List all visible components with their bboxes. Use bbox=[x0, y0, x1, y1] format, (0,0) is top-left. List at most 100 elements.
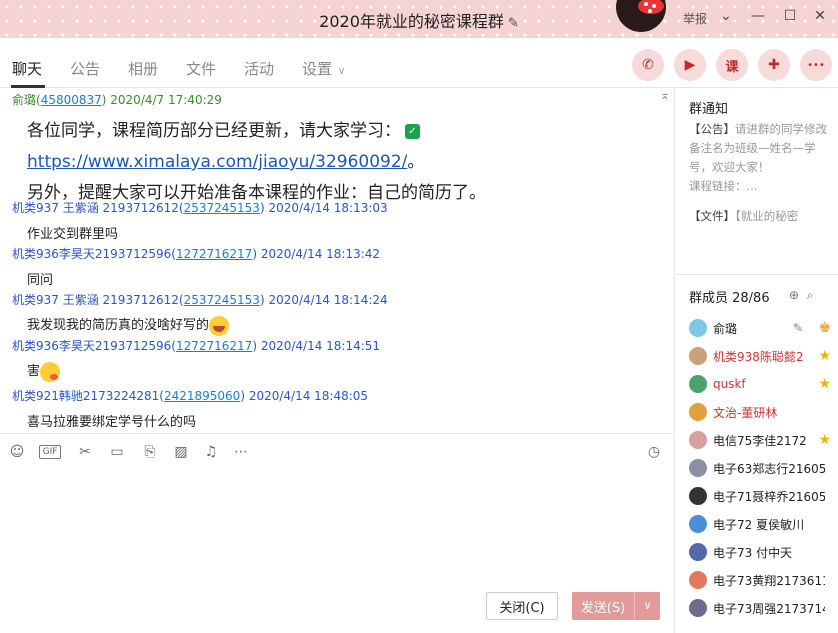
announcement-tag: 【公告】 bbox=[689, 122, 735, 136]
message-line1: 各位同学，课程简历部分已经更新，请大家学习： bbox=[27, 121, 401, 141]
course-link[interactable]: https://www.ximalaya.com/jiaoyu/32960092… bbox=[27, 152, 407, 172]
member-name: quskf bbox=[713, 377, 746, 391]
member-tools: ⊕ ⌕ bbox=[789, 288, 813, 303]
star-icon: ★ bbox=[818, 348, 831, 364]
sender-name[interactable]: 俞璐 bbox=[12, 93, 36, 107]
message-time: 2020/4/14 18:13:03 bbox=[268, 201, 388, 215]
sender-name[interactable]: 机类936李昊天2193712596 bbox=[12, 247, 171, 261]
sender-qq-link[interactable]: 2537245153 bbox=[184, 201, 260, 215]
tab-bar: 聊天 公告 相册 文件 活动 设置 ∨ ✆ ▶ 课 ✚ ••• bbox=[0, 38, 838, 88]
avatar bbox=[689, 431, 707, 449]
member-name: 电子71聂梓乔21605 bbox=[713, 489, 825, 504]
member-item[interactable]: quskf ★ bbox=[689, 370, 835, 398]
tab-album[interactable]: 相册 bbox=[128, 58, 158, 79]
message-meta: 机类936李昊天2193712596(1272716217) 2020/4/14… bbox=[12, 339, 381, 353]
sender-qq-link[interactable]: 1272716217 bbox=[176, 339, 252, 353]
message-meta: 机类936李昊天2193712596(1272716217) 2020/4/14… bbox=[12, 247, 381, 261]
edit-icon[interactable]: ✎ bbox=[793, 321, 803, 335]
maximize-icon[interactable]: ☐ bbox=[780, 8, 800, 24]
file-tag: 【文件】 bbox=[689, 209, 735, 223]
history-clock-icon[interactable]: ◷ bbox=[644, 444, 664, 460]
member-item[interactable]: 电子73周强2173714 bbox=[689, 594, 835, 622]
member-item[interactable]: 文治-董研林 bbox=[689, 398, 835, 426]
tab-files[interactable]: 文件 bbox=[186, 58, 216, 79]
tab-announcement[interactable]: 公告 bbox=[70, 58, 100, 79]
input-toolbar: ☺ GIF ✂ ▭ ⎘ ▨ ♫ ⋯ ◷ bbox=[0, 433, 674, 469]
member-name: 文治-董研林 bbox=[713, 405, 778, 420]
course-button[interactable]: 课 bbox=[716, 49, 748, 81]
member-search-icon[interactable]: ⊕ bbox=[789, 288, 799, 302]
member-item[interactable]: 电信75李佳2172 ★ bbox=[689, 426, 835, 454]
chevron-down-icon[interactable]: ⌄ bbox=[716, 8, 736, 24]
file-notice[interactable]: 【文件】【就业的秘密 bbox=[689, 208, 798, 224]
sender-qq-link[interactable]: 2537245153 bbox=[184, 293, 260, 307]
sender-qq-link[interactable]: 45800837 bbox=[41, 93, 102, 107]
avatar bbox=[689, 571, 707, 589]
sender-name[interactable]: 机类921韩驰2173224281 bbox=[12, 389, 159, 403]
sender-qq-link[interactable]: 1272716217 bbox=[176, 247, 252, 261]
message-time: 2020/4/14 18:48:05 bbox=[248, 389, 369, 403]
more-options-icon[interactable]: ⋯ bbox=[231, 444, 251, 460]
message-time: 2020/4/14 18:14:24 bbox=[268, 293, 388, 307]
add-chat-button[interactable]: ✚ bbox=[758, 49, 790, 81]
folder-icon[interactable]: ▭ bbox=[107, 444, 127, 460]
file-transfer-icon[interactable]: ⎘ bbox=[140, 444, 160, 460]
message-text: 害 bbox=[27, 364, 41, 379]
message-meta: 机类937 王紫涵 2193712612(2537245153) 2020/4/… bbox=[12, 293, 388, 307]
group-sidebar: 群通知 【公告】请进群的同学修改备注名为班级—姓名—学号，欢迎大家！ 课程链接：… bbox=[674, 88, 838, 633]
scissors-icon[interactable]: ✂ bbox=[75, 444, 95, 460]
message-item: 机类936李昊天2193712596(1272716217) 2020/4/14… bbox=[12, 245, 662, 288]
tab-chat[interactable]: 聊天 bbox=[12, 58, 42, 79]
tab-settings[interactable]: 设置 ∨ bbox=[302, 58, 345, 79]
member-item[interactable]: 电子72 夏侯敏川 bbox=[689, 510, 835, 538]
image-icon[interactable]: ▨ bbox=[171, 444, 191, 460]
notice-title: 群通知 bbox=[689, 102, 729, 117]
sender-qq-link[interactable]: 2421895060 bbox=[164, 389, 240, 403]
search-icon[interactable]: ⌕ bbox=[807, 288, 814, 302]
sender-name[interactable]: 机类937 王紫涵 2193712612 bbox=[12, 293, 179, 307]
member-name: 电子73周强2173714 bbox=[713, 601, 825, 616]
qq-group-chat-window: 2020年就业的秘密课程群 ✎ 举报 ⌄ — ☐ ✕ 聊天 公告 相册 文件 活动… bbox=[0, 0, 838, 633]
send-button[interactable]: 发送(S) ∨ bbox=[572, 592, 660, 620]
phone-button[interactable]: ✆ bbox=[632, 49, 664, 81]
message-body: 各位同学，课程简历部分已经更新，请大家学习： ✓ bbox=[27, 116, 662, 141]
file-name: 【就业的秘密 bbox=[735, 209, 799, 223]
close-icon[interactable]: ✕ bbox=[810, 8, 830, 24]
report-link[interactable]: 举报 bbox=[683, 10, 707, 27]
message-item: 机类937 王紫涵 2193712612(2537245153) 2020/4/… bbox=[12, 199, 662, 242]
avatar bbox=[689, 543, 707, 561]
mascot-decoration bbox=[608, 0, 672, 38]
gif-icon[interactable]: GIF bbox=[39, 445, 61, 459]
tongue-emoji-icon bbox=[40, 361, 61, 382]
sender-name[interactable]: 机类937 王紫涵 2193712612 bbox=[12, 201, 179, 215]
message-text: 我发现我的简历真的没啥好写的 bbox=[27, 318, 210, 333]
message-text: 喜马拉雅要绑定学号什么的吗 bbox=[27, 415, 197, 430]
pencil-icon[interactable]: ✎ bbox=[508, 16, 519, 31]
member-name: 机类938陈聪懿2 bbox=[713, 349, 804, 364]
message-list[interactable]: ⌅ 俞璐(45800837) 2020/4/7 17:40:29 各位同学，课程… bbox=[0, 88, 674, 433]
bell-icon[interactable]: ♫ bbox=[201, 444, 221, 460]
member-item[interactable]: 电子73黄翔2173611 bbox=[689, 566, 835, 594]
avatar bbox=[689, 459, 707, 477]
member-item[interactable]: 电子71聂梓乔21605 bbox=[689, 482, 835, 510]
member-item[interactable]: 俞璐 ✎ ♚ bbox=[689, 314, 835, 342]
member-item[interactable]: 电子63郑志行21605 bbox=[689, 454, 835, 482]
more-icon: ••• bbox=[807, 59, 825, 71]
announcement-preview[interactable]: 【公告】请进群的同学修改备注名为班级—姓名—学号，欢迎大家！ 课程链接：... bbox=[689, 120, 831, 196]
sender-name[interactable]: 机类936李昊天2193712596 bbox=[12, 339, 171, 353]
member-item[interactable]: 机类938陈聪懿2 ★ bbox=[689, 342, 835, 370]
tab-settings-label: 设置 bbox=[302, 60, 333, 78]
avatar bbox=[689, 347, 707, 365]
send-button-label: 发送(S) bbox=[580, 600, 626, 616]
message-body: 害 bbox=[27, 360, 662, 382]
video-button[interactable]: ▶ bbox=[674, 49, 706, 81]
message-link-line: https://www.ximalaya.com/jiaoyu/32960092… bbox=[27, 147, 662, 172]
close-button[interactable]: 关闭(C) bbox=[486, 592, 558, 620]
minimize-icon[interactable]: — bbox=[748, 8, 768, 24]
member-item[interactable]: 电子73 付中天 bbox=[689, 538, 835, 566]
send-options-chevron-icon[interactable]: ∨ bbox=[634, 592, 660, 620]
tab-activity[interactable]: 活动 bbox=[244, 58, 274, 79]
emoji-icon[interactable]: ☺ bbox=[7, 444, 27, 460]
more-button[interactable]: ••• bbox=[800, 49, 832, 81]
member-name: 电子63郑志行21605 bbox=[713, 461, 825, 476]
